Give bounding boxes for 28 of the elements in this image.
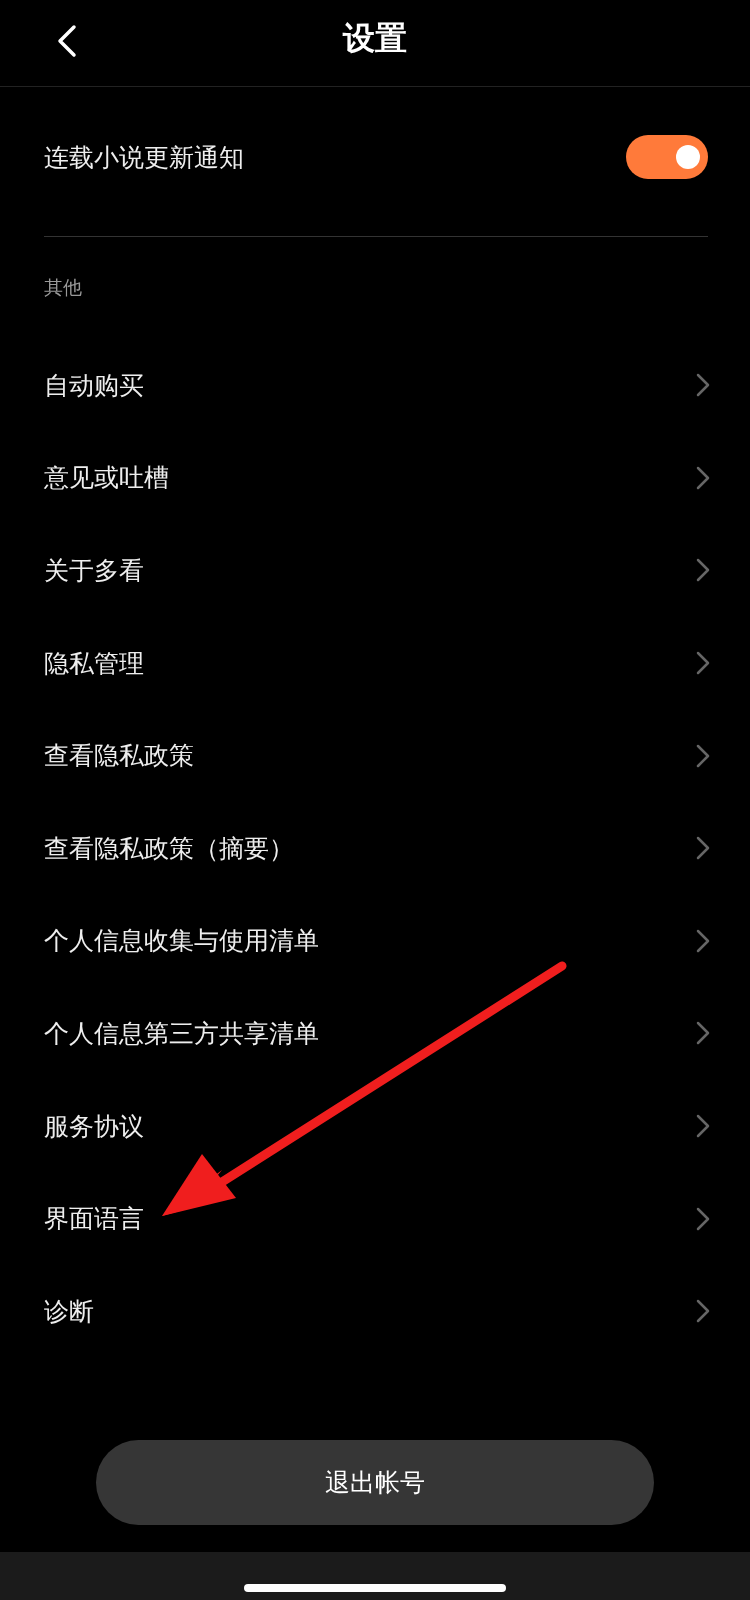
logout-button[interactable]: 退出帐号 (96, 1440, 654, 1525)
chevron-right-icon (696, 651, 710, 676)
chevron-right-icon (696, 558, 710, 583)
settings-item[interactable]: 意见或吐槽 (0, 431, 750, 525)
chevron-right-icon (696, 465, 710, 490)
setting-label: 连载小说更新通知 (44, 141, 244, 174)
settings-item[interactable]: 诊断 (0, 1264, 750, 1358)
settings-item[interactable]: 查看隐私政策 (0, 709, 750, 802)
settings-item[interactable]: 查看隐私政策（摘要） (0, 801, 750, 895)
chevron-right-icon (696, 743, 710, 768)
settings-item[interactable]: 个人信息收集与使用清单 (0, 894, 750, 988)
settings-item[interactable]: 界面语言 (0, 1172, 750, 1265)
chevron-right-icon (696, 373, 710, 398)
chevron-right-icon (696, 1206, 710, 1231)
toggle-switch[interactable] (626, 135, 708, 179)
settings-item[interactable]: 服务协议 (0, 1079, 750, 1173)
settings-item[interactable]: 关于多看 (0, 524, 750, 617)
section-title: 其他 (43, 275, 83, 300)
page-title: 设置 (343, 18, 407, 59)
back-icon (57, 24, 77, 58)
chevron-right-icon (696, 1299, 710, 1324)
settings-item[interactable]: 隐私管理 (0, 616, 750, 710)
settings-item[interactable]: 自动购买 (0, 339, 750, 432)
chevron-right-icon (696, 1114, 710, 1139)
chevron-right-icon (696, 836, 710, 861)
settings-item[interactable]: 个人信息第三方共享清单 (0, 987, 750, 1080)
chevron-right-icon (696, 928, 710, 953)
chevron-right-icon (696, 1021, 710, 1046)
